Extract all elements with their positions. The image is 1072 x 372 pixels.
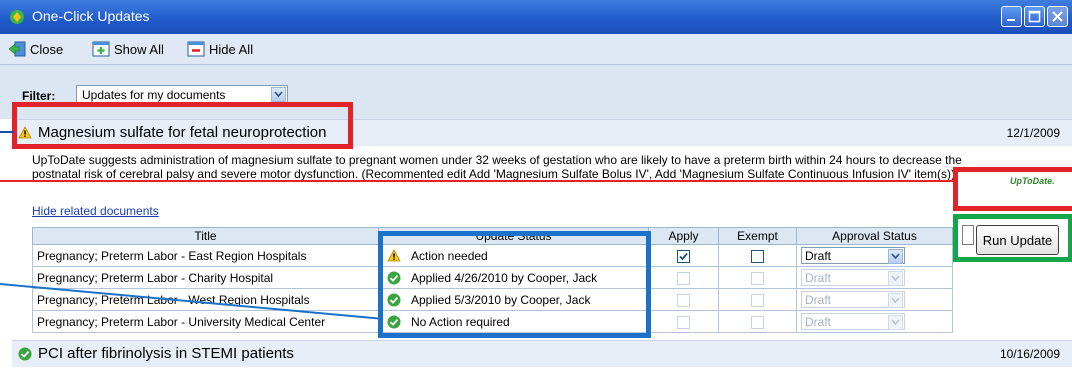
row-apply xyxy=(648,244,719,267)
hide-all-button[interactable]: Hide All xyxy=(187,40,253,58)
update-title: PCI after fibrinolysis in STEMI patients xyxy=(38,345,294,362)
approval-value: Draft xyxy=(805,271,832,285)
minimize-button[interactable] xyxy=(1001,6,1022,27)
approval-value: Draft xyxy=(805,315,832,329)
close-label: Close xyxy=(30,41,64,57)
exempt-checkbox[interactable] xyxy=(751,249,764,263)
row-approval: Draft xyxy=(796,288,953,311)
approval-status-dropdown[interactable]: Draft xyxy=(801,247,905,264)
maximize-button[interactable] xyxy=(1024,6,1045,27)
apply-checkbox[interactable] xyxy=(677,271,690,285)
pointer-line xyxy=(0,131,14,133)
row-exempt xyxy=(718,288,797,311)
title-bar: One-Click Updates xyxy=(0,0,1072,34)
update-date: 12/1/2009 xyxy=(1006,126,1060,140)
hide-related-documents-link[interactable]: Hide related documents xyxy=(32,204,159,218)
approval-status-dropdown[interactable]: Draft xyxy=(801,269,905,286)
minus-icon xyxy=(187,41,205,57)
column-header-title[interactable]: Title xyxy=(32,227,379,245)
update-date: 10/16/2009 xyxy=(999,347,1060,361)
row-apply xyxy=(648,288,719,311)
apply-checkbox[interactable] xyxy=(677,315,690,329)
row-exempt xyxy=(718,310,797,333)
filter-value: Updates for my documents xyxy=(82,88,226,102)
approval-status-dropdown[interactable]: Draft xyxy=(801,313,905,330)
update-header[interactable]: PCI after fibrinolysis in STEMI patients… xyxy=(12,340,1072,367)
row-exempt xyxy=(718,266,797,289)
hide-all-label: Hide All xyxy=(209,41,254,57)
row-apply xyxy=(648,266,719,289)
toolbar: Close Show All Hide All xyxy=(0,34,1072,65)
show-all-label: Show All xyxy=(114,41,164,57)
row-approval: Draft xyxy=(796,244,953,267)
exit-icon xyxy=(8,41,26,57)
close-icon xyxy=(1052,11,1063,22)
exempt-checkbox[interactable] xyxy=(751,293,764,307)
maximize-icon xyxy=(1028,10,1041,23)
chevron-down-icon[interactable] xyxy=(888,271,903,286)
row-exempt xyxy=(718,244,797,267)
row-apply xyxy=(648,310,719,333)
apply-checkbox[interactable] xyxy=(677,293,690,307)
column-header-apply[interactable]: Apply xyxy=(648,227,719,245)
approval-value: Draft xyxy=(805,293,832,307)
chevron-down-icon[interactable] xyxy=(888,249,903,264)
chevron-down-icon[interactable] xyxy=(888,315,903,330)
exempt-checkbox[interactable] xyxy=(751,315,764,329)
plus-icon xyxy=(92,41,110,57)
update-description: UpToDate suggests administration of magn… xyxy=(32,153,962,181)
row-approval: Draft xyxy=(796,266,953,289)
chevron-down-icon[interactable] xyxy=(888,293,903,308)
apply-checkbox[interactable] xyxy=(677,249,690,263)
highlight-box-update-status xyxy=(378,231,651,338)
show-all-button[interactable]: Show All xyxy=(92,40,164,58)
row-title: Pregnancy; Preterm Labor - Charity Hospi… xyxy=(32,266,379,289)
minimize-icon xyxy=(1007,19,1015,21)
approval-status-dropdown[interactable]: Draft xyxy=(801,291,905,308)
highlight-box-run-update xyxy=(953,214,1072,262)
column-header-exempt[interactable]: Exempt xyxy=(718,227,797,245)
highlight-box-update-title xyxy=(12,102,353,149)
filter-label: Filter: xyxy=(22,89,56,103)
check-circle-icon xyxy=(18,347,32,361)
window-title: One-Click Updates xyxy=(32,8,150,24)
pointer-line xyxy=(0,180,955,182)
row-title: Pregnancy; Preterm Labor - East Region H… xyxy=(32,244,379,267)
app-icon xyxy=(10,10,24,24)
column-header-approval-status[interactable]: Approval Status xyxy=(796,227,953,245)
chevron-down-icon[interactable] xyxy=(271,87,286,102)
row-approval: Draft xyxy=(796,310,953,333)
close-window-button[interactable] xyxy=(1047,6,1068,27)
exempt-checkbox[interactable] xyxy=(751,271,764,285)
highlight-box-logo xyxy=(953,167,1072,211)
close-button[interactable]: Close xyxy=(8,40,63,58)
approval-value: Draft xyxy=(805,249,832,263)
